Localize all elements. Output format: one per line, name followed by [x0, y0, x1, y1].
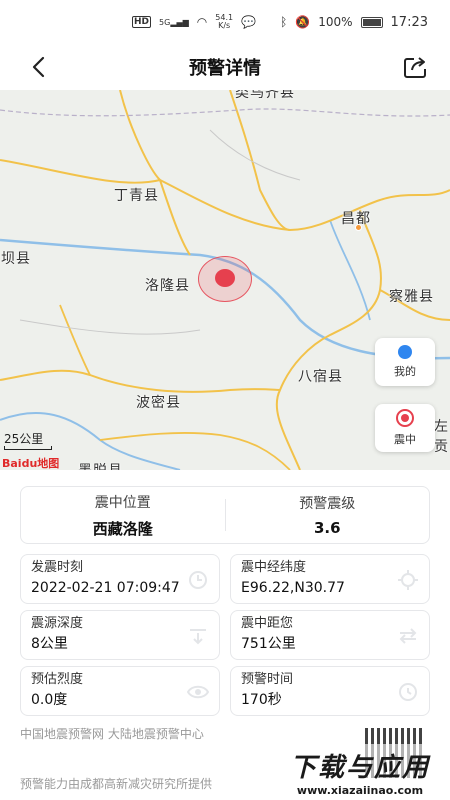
crosshair-icon	[398, 570, 418, 590]
epicenter-marker[interactable]	[215, 269, 235, 287]
data-source-text: 中国地震预警网 大陆地震预警中心	[20, 727, 204, 741]
warning-magnitude: 预警震级 3.6	[226, 487, 430, 543]
clock-icon	[189, 571, 207, 589]
warning-time-cell: 预警时间 170秒	[230, 666, 430, 716]
share-icon	[404, 57, 426, 78]
detail-panel: 震中位置 西藏洛隆 预警震级 3.6 发震时刻 2022-02-21 07:09…	[0, 470, 450, 800]
epicenter-location: 震中位置 西藏洛隆	[21, 487, 225, 543]
warning-time-value: 170秒	[241, 692, 282, 708]
depth-icon	[190, 629, 206, 645]
coords-cell: 震中经纬度 E96.22,N30.77	[230, 554, 430, 604]
battery-icon	[360, 16, 383, 28]
watermark-main: 下载与应用	[289, 753, 430, 783]
distance-icon	[399, 628, 417, 644]
battery-percent: 100%	[318, 15, 353, 29]
depth-value: 8公里	[31, 636, 68, 652]
warning-magnitude-label: 预警震级	[299, 496, 356, 512]
intensity-value: 0.0度	[31, 692, 68, 708]
epicenter-label: 震中	[394, 433, 416, 446]
map-place-luolong: 洛隆县	[145, 278, 190, 294]
map-place-bianba: 边坝县	[0, 251, 31, 267]
network-speed: 54.1 K/s	[215, 14, 233, 30]
chat-icon: 💬	[241, 15, 257, 29]
quake-time-label: 发震时刻	[31, 560, 84, 575]
epicenter-icon	[396, 409, 414, 427]
distance-value: 751公里	[241, 636, 296, 652]
page-title: 预警详情	[189, 58, 261, 79]
my-location-button[interactable]: 我的	[375, 338, 435, 386]
signal-icon: 5G▂▄▆	[159, 17, 189, 27]
status-bar: HD 5G▂▄▆ ◠ 54.1 K/s 💬 ᛒ 🔕 100% 17:23	[0, 0, 450, 44]
warning-magnitude-value: 3.6	[313, 519, 341, 537]
clock: 17:23	[390, 14, 428, 30]
map-place-basu: 八宿县	[298, 369, 343, 385]
map-place-dingqing: 丁青县	[114, 188, 159, 204]
back-button[interactable]	[26, 54, 50, 80]
watermark-logo: 下载与应用 www.xiazaiinao.com	[272, 744, 448, 800]
my-location-icon	[398, 345, 412, 359]
network-speed-unit: K/s	[218, 21, 231, 30]
signal-label: 5G	[159, 17, 171, 27]
map-place-leiwuqi: 类乌齐县	[235, 90, 295, 101]
map-place-chaya: 察雅县	[389, 289, 434, 305]
distance-label: 震中距您	[241, 616, 294, 631]
map-place-motuo: 墨脱县	[78, 460, 123, 470]
epicenter-location-value: 西藏洛隆	[92, 519, 153, 538]
map-place-bomi: 波密县	[136, 395, 181, 411]
status-right: ᛒ 🔕 100% 17:23	[280, 15, 428, 30]
quake-time-cell: 发震时刻 2022-02-21 07:09:47	[20, 554, 220, 604]
epicenter-button[interactable]: 震中	[375, 404, 435, 452]
my-location-label: 我的	[394, 365, 416, 378]
depth-cell: 震源深度 8公里	[20, 610, 220, 660]
provider-text: 预警能力由成都高新减灾研究所提供	[20, 777, 213, 791]
warning-time-label: 预警时间	[241, 672, 294, 687]
share-button[interactable]	[402, 54, 430, 80]
map-scale-bar	[4, 446, 52, 450]
hd-indicator: HD	[132, 16, 152, 28]
app-header: 预警详情	[0, 44, 450, 90]
depth-label: 震源深度	[31, 616, 84, 631]
coords-value: E96.22,N30.77	[241, 580, 345, 596]
map-place-dot	[355, 224, 362, 231]
eye-icon	[187, 685, 209, 699]
bluetooth-icon: ᛒ	[280, 15, 288, 29]
timer-icon	[399, 683, 417, 701]
map-place-zuogong: 左贡	[434, 419, 449, 455]
intensity-cell: 预估烈度 0.0度	[20, 666, 220, 716]
map-view[interactable]: 类乌齐县 丁青县 昌都 边坝县 洛隆县 察雅县 八宿县 波密县 墨脱县 左贡 我…	[0, 90, 450, 470]
map-scale-label: 25公里	[4, 432, 44, 446]
intensity-label: 预估烈度	[31, 672, 84, 687]
distance-cell: 震中距您 751公里	[230, 610, 430, 660]
baidu-map-logo: Baidu地图	[2, 457, 60, 470]
mute-icon: 🔕	[295, 15, 311, 29]
coords-label: 震中经纬度	[241, 560, 307, 575]
chevron-left-icon	[32, 56, 45, 78]
watermark-sub: www.xiazaiinao.com	[296, 784, 424, 797]
quake-time-value: 2022-02-21 07:09:47	[31, 580, 180, 596]
wifi-icon: ◠	[196, 15, 208, 29]
status-left: HD 5G▂▄▆ ◠ 54.1 K/s 💬	[132, 14, 256, 30]
summary-card: 震中位置 西藏洛隆 预警震级 3.6	[20, 486, 430, 544]
epicenter-location-label: 震中位置	[94, 494, 151, 511]
